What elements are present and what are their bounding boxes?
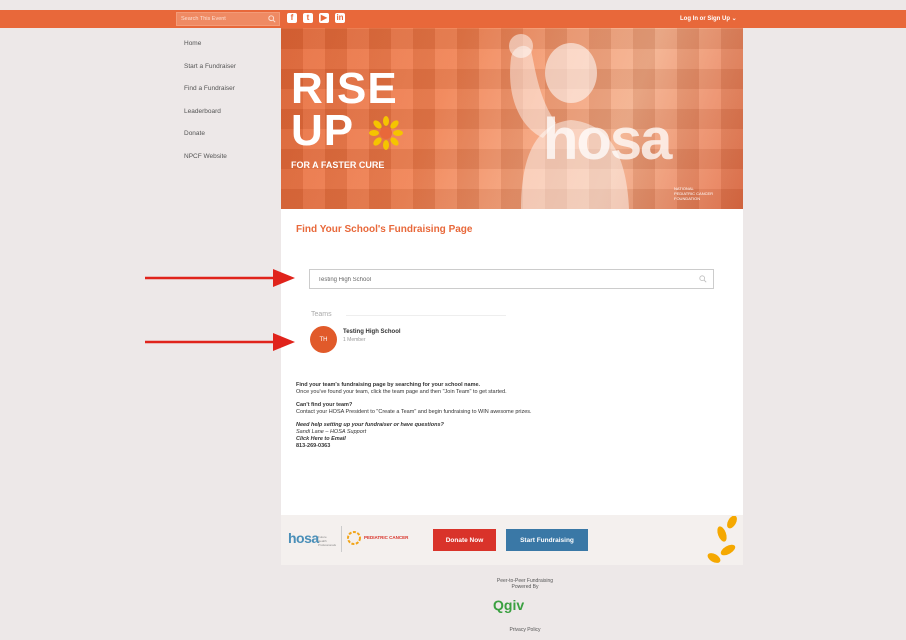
start-fundraising-button[interactable]: Start Fundraising [506,529,588,551]
email-support-link[interactable]: Click Here to Email [296,436,532,443]
search-icon[interactable] [699,275,707,283]
nav-npcf-website[interactable]: NPCF Website [184,153,236,176]
annotation-arrow-team [145,333,295,351]
npcf-logo: PEDIATRIC CANCER [347,531,411,545]
login-signup-link[interactable]: Log In or Sign Up ⌄ [680,15,737,22]
nav-start-fundraiser[interactable]: Start a Fundraiser [184,63,236,86]
npcf-hero-logo: NATIONAL PEDIATRIC CANCER FOUNDATION [674,186,714,201]
info-text-cant-find: Contact your HOSA President to "Create a… [296,409,532,415]
nav-leaderboard[interactable]: Leaderboard [184,108,236,131]
npcf-logo-text: PEDIATRIC CANCER [364,535,409,540]
school-search-input[interactable] [318,274,688,285]
team-avatar[interactable]: TH [310,326,337,353]
social-links: f t ▶ in [287,13,345,23]
teams-divider [346,315,506,316]
privacy-policy-link[interactable]: Privacy Policy [470,627,580,633]
hero-tagline: FOR A FASTER CURE [291,160,385,170]
hosa-logo: hosa [288,530,319,546]
help-info: Find your team's fundraising page by sea… [296,382,532,450]
hero-line-rise: RISE [291,64,398,113]
hosa-watermark-logo: hosa [543,107,672,172]
twitter-icon[interactable]: t [303,13,313,23]
team-name-link[interactable]: Testing High School [343,329,401,335]
nav-donate[interactable]: Donate [184,130,236,153]
hosa-logo-subtitle: Future Health Professionals [318,535,337,547]
search-icon[interactable] [268,15,276,23]
npcf-flower-icon [347,531,361,545]
linkedin-icon[interactable]: in [335,13,345,23]
nav-find-fundraiser[interactable]: Find a Fundraiser [184,85,236,108]
left-nav: Home Start a Fundraiser Find a Fundraise… [184,40,236,176]
info-heading-help: Need help setting up your fundraiser or … [296,422,444,428]
info-heading-search: Find your team's fundraising page by sea… [296,382,481,388]
facebook-icon[interactable]: f [287,13,297,23]
event-search[interactable] [176,12,280,26]
event-search-input[interactable] [177,13,273,25]
page-title: Find Your School's Fundraising Page [296,224,473,235]
main-content-card [281,209,743,515]
team-member-count: 1 Member [343,337,366,343]
logo-divider [341,526,342,552]
qgiv-logo[interactable]: Qgiv [493,597,524,613]
donate-now-button[interactable]: Donate Now [433,529,496,551]
info-text-search: Once you've found your team, click the t… [296,389,507,395]
sunflower-icon [369,116,403,150]
teams-section-label: Teams [311,311,332,318]
hero-banner: RISE UP FOR A FASTER CURE hosa NATIONAL … [281,28,743,209]
school-search-box[interactable] [309,269,714,289]
youtube-icon[interactable]: ▶ [319,13,329,23]
nav-home[interactable]: Home [184,40,236,63]
info-heading-cant-find: Can't find your team? [296,402,353,408]
powered-by-text: Peer-to-Peer Fundraising Powered By [496,578,554,590]
support-phone: 813-269-0363 [296,443,331,449]
top-bar [0,10,906,28]
support-contact-name: Sandi Lane – HOSA Support [296,429,367,435]
sunflower-decoration-icon [707,516,737,563]
annotation-arrow-search [145,269,295,287]
